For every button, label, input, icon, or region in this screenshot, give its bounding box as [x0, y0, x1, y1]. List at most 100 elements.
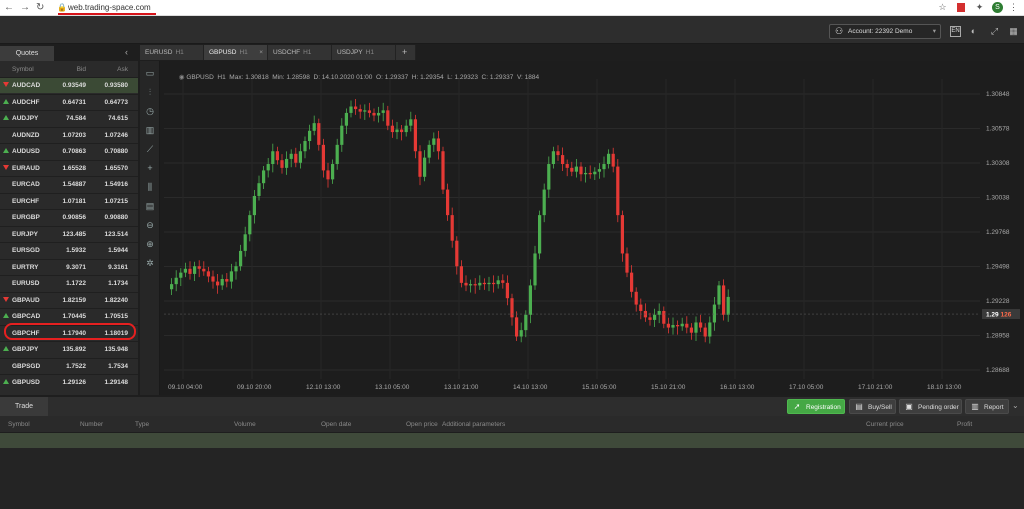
extension-icon[interactable] [957, 3, 965, 12]
quote-row-eurtry[interactable]: EURTRY 9.3071 9.3161 [0, 258, 138, 275]
buy-sell-label: Buy/Sell [868, 404, 892, 411]
quote-symbol: AUDJPY [12, 115, 39, 122]
address-bar[interactable]: web.trading-space.com [68, 2, 151, 13]
col-open-price: Open price [406, 421, 438, 428]
y-tick-label: 1.30578 [986, 126, 1010, 133]
quote-row-gbpsgd[interactable]: GBPSGD 1.7522 1.7534 [0, 357, 138, 374]
candle-body [666, 323, 670, 328]
puzzle-icon[interactable]: ✦ [974, 2, 985, 13]
zoom-in-icon[interactable]: ⊕ [144, 238, 156, 250]
buy-sell-button[interactable]: ▤ Buy/Sell [849, 399, 896, 414]
candle-body [197, 266, 201, 269]
candle-body [671, 325, 675, 328]
quote-bid: 135.892 [62, 346, 87, 353]
quote-symbol: EURSGD [12, 247, 40, 254]
quote-row-audcad[interactable]: AUDCAD 0.93549 0.93580 [0, 77, 138, 93]
x-tick-label: 14.10 13:00 [513, 384, 548, 391]
profile-avatar[interactable]: S [992, 2, 1003, 13]
fullscreen-icon[interactable]: ⤢ [989, 26, 1000, 37]
close-tab-icon[interactable]: × [259, 45, 263, 60]
x-tick-label: 13.10 05:00 [375, 384, 410, 391]
chart-tab-eurusd[interactable]: EURUSD H1 [140, 45, 204, 60]
quote-ask: 1.82240 [104, 296, 129, 304]
report-button[interactable]: ▥ Report [965, 399, 1009, 414]
menu-dots-icon[interactable]: ⋮ [1008, 2, 1019, 13]
x-tick-label: 17.10 05:00 [789, 384, 824, 391]
col-additional-params: Additional parameters [442, 421, 506, 428]
quote-row-eursgd[interactable]: EURSGD 1.5932 1.5944 [0, 242, 138, 258]
chart-tab-timeframe: H1 [175, 49, 184, 56]
quote-row-eurchf[interactable]: EURCHF 1.07181 1.07215 [0, 192, 138, 209]
chart-tab-usdjpy[interactable]: USDJPY H1 [332, 45, 396, 60]
quote-bid: 0.93549 [62, 82, 87, 89]
reload-icon[interactable]: ↻ [36, 1, 44, 15]
quote-symbol: EURUSD [12, 280, 40, 287]
candle-body [712, 304, 716, 323]
zoom-out-icon[interactable]: ⊖ [144, 219, 156, 231]
quote-row-euraud[interactable]: EURAUD 1.65528 1.65570 [0, 159, 138, 176]
quote-bid: 1.54887 [62, 181, 87, 188]
collapse-panel-icon[interactable]: ‹ [125, 47, 128, 57]
settings-icon[interactable]: ✲ [144, 257, 156, 269]
quote-row-eurusd[interactable]: EURUSD 1.1722 1.1734 [0, 275, 138, 291]
back-icon[interactable]: ← [4, 1, 14, 15]
chart-type-icon[interactable]: ▭ [144, 67, 156, 79]
quote-symbol: GBPJPY [12, 346, 39, 353]
quote-ask: 135.948 [104, 346, 129, 353]
crosshair-icon[interactable]: + [144, 162, 156, 174]
candle-body [694, 322, 698, 333]
trendline-icon[interactable]: ⟋ [144, 143, 156, 155]
quotes-header: Symbol Bid Ask [0, 61, 138, 77]
quote-row-eurgbp[interactable]: EURGBP 0.90856 0.90880 [0, 209, 138, 225]
browser-toolbar: ← → ↻ 🔒 web.trading-space.com ☆ ✦ S ⋮ [0, 0, 1024, 16]
volume-icon[interactable]: ▤ [144, 200, 156, 212]
candle-body [377, 112, 381, 116]
arrow-down-icon [3, 82, 9, 87]
tab-quotes[interactable]: Quotes [0, 46, 54, 61]
quote-row-gbpcad[interactable]: GBPCAD 1.70445 1.70515 [0, 308, 138, 324]
quote-symbol: EURCAD [12, 181, 40, 188]
registration-button[interactable]: ➚ Registration [787, 399, 845, 414]
quote-row-gbpusd[interactable]: GBPUSD 1.29126 1.29148 [0, 374, 138, 390]
quote-row-eurcad[interactable]: EURCAD 1.54887 1.54916 [0, 176, 138, 192]
quote-row-eurjpy[interactable]: EURJPY 123.485 123.514 [0, 225, 138, 242]
quote-row-gbpjpy[interactable]: GBPJPY 135.892 135.948 [0, 341, 138, 357]
quote-row-audchf[interactable]: AUDCHF 0.64731 0.64773 [0, 93, 138, 110]
pending-order-button[interactable]: ▣ Pending order [899, 399, 962, 414]
quote-row-audusd[interactable]: AUDUSD 0.70863 0.70880 [0, 143, 138, 159]
candle-body [565, 164, 569, 168]
language-button[interactable]: EN [950, 26, 961, 37]
candle-body [464, 282, 468, 286]
indicators-icon[interactable]: ⫶ [144, 86, 156, 98]
quote-row-gbpaud[interactable]: GBPAUD 1.82159 1.82240 [0, 291, 138, 308]
chevron-down-icon[interactable]: ⌄ [1012, 401, 1019, 410]
price-chart[interactable]: ◉ GBPUSD H1 Max: 1.30818 Min: 1.28598 D:… [160, 61, 1024, 395]
tab-trade[interactable]: Trade [0, 397, 48, 416]
bottom-toolbar: Trade ➚ Registration ▤ Buy/Sell ▣ Pending o… [0, 397, 1024, 416]
clock-icon[interactable]: ◷ [144, 105, 156, 117]
y-tick-label: 1.30848 [986, 91, 1010, 98]
chart-tab-gbpusd[interactable]: GBPUSD H1 × [204, 45, 268, 60]
star-icon[interactable]: ☆ [937, 2, 948, 13]
chart-tab-label: USDCHF [273, 49, 301, 56]
layout-grid-icon[interactable]: ▦ [1008, 26, 1019, 37]
account-selector[interactable]: ⚇ Account: 22392 Demo ▾ [829, 24, 941, 39]
quote-row-audjpy[interactable]: AUDJPY 74.584 74.615 [0, 110, 138, 126]
quote-ask: 1.54916 [104, 181, 129, 188]
candle-body [639, 304, 643, 311]
quote-row-audnzd[interactable]: AUDNZD 1.07203 1.07246 [0, 126, 138, 143]
quote-ask: 1.29148 [104, 379, 129, 386]
candle-body [726, 296, 730, 315]
table-row[interactable] [0, 433, 1024, 448]
add-tab-button[interactable]: + [396, 45, 416, 60]
col-open-date: Open date [321, 421, 352, 428]
palette-icon[interactable]: ◐ [968, 26, 979, 37]
forward-icon[interactable]: → [20, 1, 30, 15]
bars-icon[interactable]: ▥ [144, 124, 156, 136]
quote-bid: 1.07203 [62, 131, 87, 139]
chart-tab-usdchf[interactable]: USDCHF H1 [268, 45, 332, 60]
candle-body [280, 160, 284, 168]
document-icon: ▤ [855, 402, 863, 411]
candles-icon[interactable]: ⫼ [144, 181, 156, 193]
chart-tab-label: GBPUSD [209, 49, 237, 56]
